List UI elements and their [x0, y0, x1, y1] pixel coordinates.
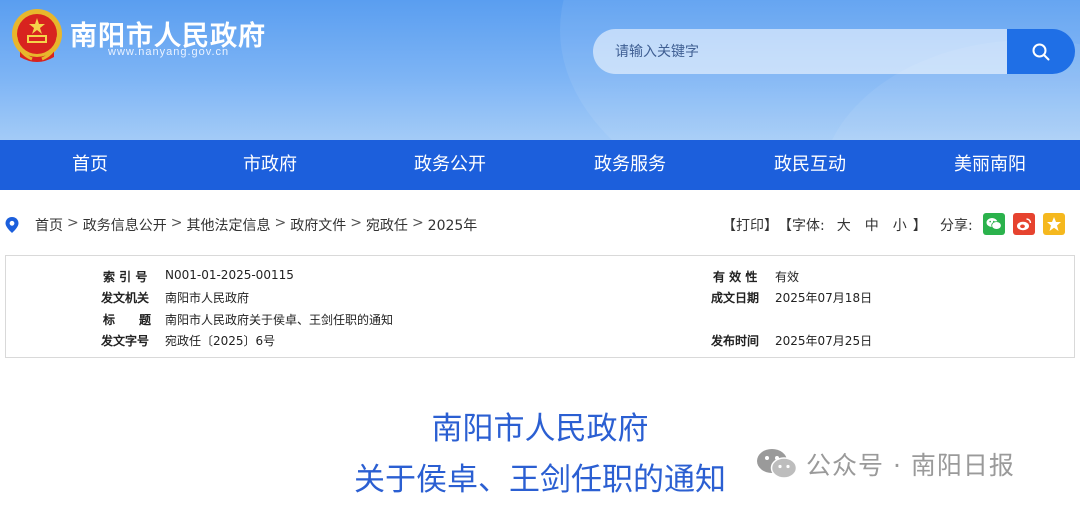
title-value: 南阳市人民政府关于侯卓、王剑任职的通知 — [165, 313, 394, 327]
national-emblem-icon[interactable] — [10, 7, 64, 65]
issuing-authority-value: 南阳市人民政府 — [165, 291, 250, 305]
search-bar — [593, 29, 1075, 74]
document-title-line-1: 南阳市人民政府 — [431, 411, 649, 447]
main-nav: 首页 市政府 政务公开 政务服务 政民互动 美丽南阳 — [0, 140, 1080, 190]
search-icon — [1032, 43, 1050, 60]
document-info-table: 索 引 号 N001-01-2025-00115 有 效 性 有效 发文机关 南… — [5, 255, 1075, 358]
breadcrumb-item-info-disclosure[interactable]: 政务信息公开 — [83, 215, 167, 235]
share-qzone-button[interactable] — [1043, 213, 1065, 235]
breadcrumb-item-wanzhengren[interactable]: 宛政任 — [366, 215, 408, 235]
font-size-suffix: 】 — [912, 218, 927, 234]
font-size-prefix: 【字体: — [778, 218, 825, 234]
nav-item-government-services[interactable]: 政务服务 — [540, 140, 720, 190]
breadcrumb-item-other-statutory-info[interactable]: 其他法定信息 — [186, 215, 270, 235]
written-date-label: 成文日期 — [711, 291, 760, 305]
breadcrumb-separator: > — [411, 215, 424, 231]
title-label: 标 题 — [103, 313, 152, 327]
page-tools: 【打印】 【字体: 大 中 小 】 — [722, 215, 927, 235]
breadcrumb-separator: > — [170, 215, 183, 231]
publish-time-label: 发布时间 — [711, 334, 760, 348]
font-large-button[interactable]: 大 — [837, 215, 851, 235]
nav-item-city-government[interactable]: 市政府 — [180, 140, 360, 190]
nav-item-government-affairs-disclosure[interactable]: 政务公开 — [360, 140, 540, 190]
document-number-value: 宛政任〔2025〕6号 — [165, 334, 276, 348]
breadcrumb-separator: > — [67, 215, 79, 231]
breadcrumb-item-government-documents[interactable]: 政府文件 — [290, 215, 346, 235]
share-weibo-button[interactable] — [1013, 213, 1035, 235]
wechat-icon — [757, 449, 798, 479]
nav-item-beautiful-nanyang[interactable]: 美丽南阳 — [900, 140, 1080, 190]
search-input[interactable] — [593, 29, 1009, 74]
written-date-value: 2025年07月18日 — [775, 291, 873, 305]
wechat-account-watermark: 公众号 · 南阳日报 — [756, 444, 1015, 484]
location-pin-icon — [5, 217, 19, 233]
index-number-label: 索 引 号 — [103, 270, 148, 284]
header-banner: 南阳市人民政府 www.nanyang.gov.cn — [0, 0, 1080, 140]
weibo-icon — [1017, 218, 1032, 231]
wechat-icon — [986, 218, 1002, 230]
font-medium-button[interactable]: 中 — [865, 215, 879, 235]
publish-time-value: 2025年07月25日 — [775, 334, 873, 348]
document-number-label: 发文字号 — [101, 334, 150, 348]
nav-item-home[interactable]: 首页 — [0, 140, 180, 190]
qzone-icon — [1047, 217, 1061, 231]
breadcrumb-bar: 首页 > 政务信息公开 > 其他法定信息 > 政府文件 > 宛政任 > 2025… — [0, 210, 1080, 240]
search-button[interactable] — [1007, 29, 1075, 74]
font-small-button[interactable]: 小 — [893, 215, 907, 235]
nav-item-public-interaction[interactable]: 政民互动 — [720, 140, 900, 190]
print-button[interactable]: 【打印】 — [722, 215, 778, 235]
share-wechat-button[interactable] — [983, 213, 1005, 235]
site-url: www.nanyang.gov.cn — [108, 46, 230, 58]
breadcrumb: 首页 > 政务信息公开 > 其他法定信息 > 政府文件 > 宛政任 > 2025… — [35, 215, 477, 235]
breadcrumb-item-home[interactable]: 首页 — [35, 215, 63, 235]
index-number-value: N001-01-2025-00115 — [165, 268, 294, 282]
issuing-authority-label: 发文机关 — [101, 291, 150, 305]
validity-label: 有 效 性 — [713, 270, 758, 284]
breadcrumb-item-year-2025[interactable]: 2025年 — [428, 215, 478, 235]
watermark-text: 公众号 · 南阳日报 — [806, 451, 1015, 480]
share-label: 分享: — [940, 218, 973, 234]
breadcrumb-separator: > — [350, 215, 362, 231]
breadcrumb-separator: > — [274, 215, 287, 231]
validity-value: 有效 — [775, 270, 800, 284]
